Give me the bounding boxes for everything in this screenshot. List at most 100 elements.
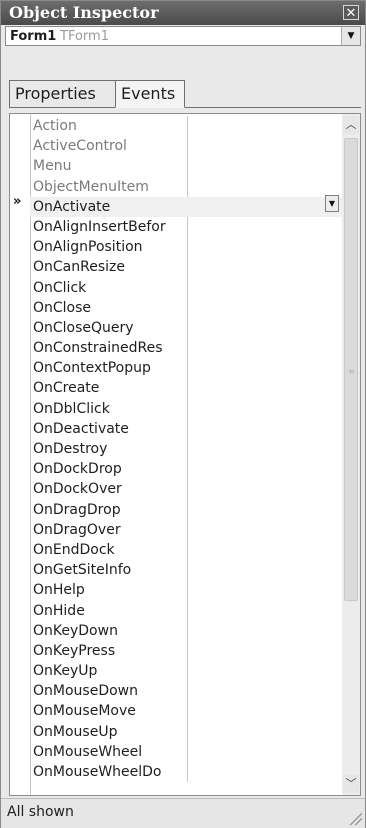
event-row[interactable]: OnDockOver [30, 479, 342, 499]
event-row[interactable]: OnMouseWheelDo [30, 762, 342, 782]
event-row[interactable]: OnClick [30, 278, 342, 298]
title-bar[interactable]: Object Inspector ✕ [1, 1, 365, 25]
event-value[interactable] [188, 742, 342, 762]
event-value[interactable] [188, 338, 342, 358]
event-row[interactable]: ActiveControl [30, 136, 342, 156]
event-name: OnCanResize [33, 259, 125, 276]
event-value[interactable] [188, 722, 342, 742]
event-row[interactable]: OnMouseWheel [30, 742, 342, 762]
event-value[interactable] [188, 762, 342, 782]
event-row[interactable]: OnContextPopup [30, 358, 342, 378]
event-value[interactable] [188, 399, 342, 419]
event-row[interactable]: OnDeactivate [30, 419, 342, 439]
event-row[interactable]: OnHelp [30, 580, 342, 600]
event-value[interactable] [188, 520, 342, 540]
object-selector[interactable]: Form1 TForm1 ▼ [5, 26, 361, 46]
event-row[interactable]: OnKeyPress [30, 641, 342, 661]
event-row[interactable]: OnClose [30, 298, 342, 318]
event-row[interactable]: OnDblClick [30, 399, 342, 419]
event-value[interactable] [188, 156, 342, 176]
event-value[interactable] [188, 580, 342, 600]
event-value[interactable] [188, 641, 342, 661]
event-name: OnAlignInsertBefor [33, 218, 166, 235]
event-value[interactable] [188, 237, 342, 257]
event-name: OnDockDrop [33, 461, 122, 478]
event-name: OnActivate [33, 198, 111, 215]
event-grid: » Action ActiveControl Menu ObjectMenuItem O… [9, 113, 361, 796]
event-row[interactable]: OnKeyDown [30, 621, 342, 641]
event-value[interactable] [188, 177, 342, 197]
chevron-up-icon: ︿ [345, 118, 357, 131]
event-row[interactable]: OnMouseMove [30, 701, 342, 721]
event-row[interactable]: Action [30, 116, 342, 136]
event-value[interactable] [188, 358, 342, 378]
event-value[interactable] [188, 318, 342, 338]
event-name: OnMouseUp [33, 723, 118, 740]
event-value[interactable] [188, 197, 342, 217]
event-value[interactable] [188, 459, 342, 479]
scroll-up-button[interactable]: ︿ [343, 116, 359, 134]
event-value[interactable] [188, 500, 342, 520]
event-value[interactable] [188, 681, 342, 701]
event-name: OnClick [33, 279, 87, 296]
object-type: TForm1 [60, 29, 109, 44]
event-row[interactable]: OnDockDrop [30, 459, 342, 479]
event-value[interactable] [188, 540, 342, 560]
event-row[interactable]: OnGetSiteInfo [30, 560, 342, 580]
event-value[interactable] [188, 378, 342, 398]
scrollbar-thumb[interactable]: ≡ [344, 138, 358, 601]
event-value[interactable] [188, 136, 342, 156]
event-row[interactable]: Menu [30, 156, 342, 176]
event-row[interactable]: OnHide [30, 601, 342, 621]
event-value[interactable] [188, 439, 342, 459]
vertical-scrollbar[interactable]: ︿ ≡ ﹀ [342, 114, 360, 795]
event-value[interactable] [188, 601, 342, 621]
close-button[interactable]: ✕ [343, 5, 359, 21]
event-value[interactable] [188, 661, 342, 681]
chevron-down-icon: ▼ [328, 199, 336, 208]
event-value[interactable] [188, 479, 342, 499]
event-name: OnCreate [33, 380, 100, 397]
event-row[interactable]: OnCanResize [30, 257, 342, 277]
event-row[interactable]: OnCreate [30, 378, 342, 398]
object-name: Form1 [10, 29, 57, 44]
event-name: Menu [33, 158, 72, 175]
event-row[interactable]: OnMouseUp [30, 722, 342, 742]
event-value[interactable] [188, 560, 342, 580]
event-row[interactable]: OnKeyUp [30, 661, 342, 681]
event-row[interactable]: OnMouseDown [30, 681, 342, 701]
event-row[interactable]: ObjectMenuItem [30, 177, 342, 197]
event-name: OnEndDock [33, 541, 115, 558]
event-name: OnDeactivate [33, 420, 129, 437]
event-row[interactable]: OnCloseQuery [30, 318, 342, 338]
event-row[interactable]: OnDragDrop [30, 500, 342, 520]
event-row-selected[interactable]: OnActivate [30, 196, 342, 217]
tab-properties[interactable]: Properties [9, 80, 115, 108]
event-value[interactable] [188, 257, 342, 277]
event-value[interactable] [188, 217, 342, 237]
resize-grip-icon[interactable] [348, 811, 362, 825]
event-row[interactable]: OnAlignPosition [30, 237, 342, 257]
event-name: OnContextPopup [33, 360, 151, 377]
event-row[interactable]: OnDragOver [30, 520, 342, 540]
event-name: OnMouseWheelDo [33, 764, 162, 780]
event-value[interactable] [188, 419, 342, 439]
event-value[interactable] [188, 621, 342, 641]
tab-events[interactable]: Events [115, 80, 185, 108]
event-name: OnKeyDown [33, 622, 118, 639]
event-value[interactable] [188, 116, 342, 136]
event-row[interactable]: OnDestroy [30, 439, 342, 459]
event-value-dropdown-button[interactable]: ▼ [325, 195, 339, 212]
event-name: OnDragDrop [33, 501, 121, 518]
event-name: OnDockOver [33, 481, 122, 498]
event-value[interactable] [188, 701, 342, 721]
event-row[interactable]: OnConstrainedRes [30, 338, 342, 358]
event-value[interactable] [188, 278, 342, 298]
object-selector-dropdown-button[interactable]: ▼ [341, 27, 360, 45]
event-row[interactable]: OnEndDock [30, 540, 342, 560]
event-name: OnKeyUp [33, 663, 98, 680]
event-row[interactable]: OnAlignInsertBefor [30, 217, 342, 237]
scroll-down-button[interactable]: ﹀ [343, 775, 359, 793]
event-name: OnGetSiteInfo [33, 562, 132, 579]
event-value[interactable] [188, 298, 342, 318]
